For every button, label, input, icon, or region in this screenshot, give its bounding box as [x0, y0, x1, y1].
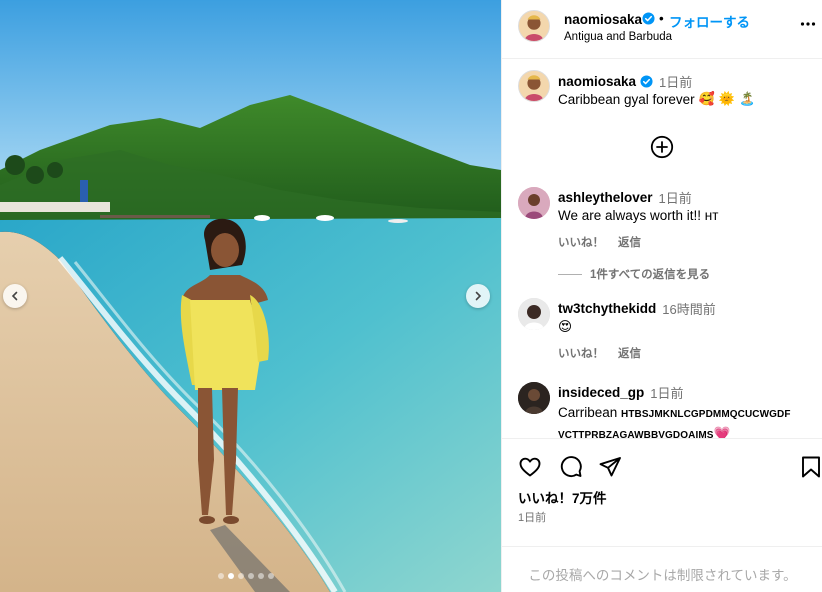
- follow-button[interactable]: フォローする: [669, 11, 750, 31]
- caption-emoji: 🏝️: [738, 91, 756, 106]
- more-options-button[interactable]: [800, 16, 816, 37]
- likes-count[interactable]: いいね！7万件: [518, 487, 607, 507]
- profile-picture-icon: [518, 382, 550, 414]
- caption-username[interactable]: naomiosaka: [558, 74, 636, 89]
- comment-time[interactable]: 1日前: [650, 383, 683, 402]
- comment-actions: いいね！ 返信: [558, 234, 641, 250]
- post-timestamp[interactable]: 1日前: [518, 509, 546, 525]
- carousel-next-button[interactable]: [466, 284, 490, 308]
- commenter-avatar[interactable]: [518, 187, 550, 219]
- comment-username[interactable]: insideced_gp: [558, 385, 644, 400]
- view-replies-label: 1件すべての返信を見る: [590, 269, 711, 281]
- caption-body: Caribbean gyal forever: [558, 91, 695, 107]
- load-more-comments-button[interactable]: [650, 135, 674, 164]
- caption-emoji: 🌞: [718, 91, 735, 106]
- profile-picture-icon: [519, 71, 549, 101]
- carousel-dot: [248, 573, 254, 579]
- carousel-dot: [258, 573, 264, 579]
- comment-like-button[interactable]: いいね！: [558, 345, 604, 361]
- comment-username[interactable]: tw3tchythekidd: [558, 301, 656, 316]
- verified-badge-icon: [640, 75, 653, 88]
- comment-text: Carribean HTBSJMKNLCGPDMMQCUCWGDF VCTTPR…: [558, 403, 808, 438]
- caption-avatar[interactable]: [518, 70, 550, 102]
- comment-header: ashleythelover 1日前: [558, 188, 692, 207]
- replies-divider: [558, 273, 582, 275]
- carousel-dot: [238, 573, 244, 579]
- save-button[interactable]: [800, 455, 822, 484]
- commenter-avatar[interactable]: [518, 298, 550, 330]
- view-replies-button[interactable]: 1件すべての返信を見る: [558, 266, 710, 282]
- comment-actions: いいね！ 返信: [558, 345, 641, 361]
- post-actions-bar: いいね！7万件 1日前: [502, 438, 822, 546]
- comment-reply-button[interactable]: 返信: [618, 234, 641, 250]
- profile-picture-icon: [519, 11, 549, 41]
- comment-header: insideced_gp 1日前: [558, 383, 684, 402]
- caption-emoji: 🥰: [698, 91, 715, 106]
- comment-time[interactable]: 16時間前: [662, 299, 715, 318]
- carousel-dot: [268, 573, 274, 579]
- chevron-right-icon: [475, 291, 482, 301]
- beach-scene-image: [0, 0, 501, 592]
- carousel-dot: [228, 573, 234, 579]
- more-dots-icon: [800, 22, 816, 26]
- comment-header: tw3tchythekidd 16時間前: [558, 299, 716, 318]
- comment-like-button[interactable]: いいね！: [558, 234, 604, 250]
- caption-header: naomiosaka 1日前: [558, 72, 692, 91]
- avatar[interactable]: [518, 10, 550, 42]
- chevron-left-icon: [11, 291, 18, 301]
- carousel-dot: [218, 573, 224, 579]
- comments-section[interactable]: naomiosaka 1日前 Caribbean gyal forever 🥰 …: [502, 60, 822, 438]
- caption-time[interactable]: 1日前: [659, 72, 692, 91]
- speech-bubble-icon: [560, 456, 582, 478]
- post-detail-panel: naomiosaka • フォローする Antigua and Barbuda: [501, 0, 822, 592]
- profile-picture-icon: [518, 298, 550, 330]
- like-button[interactable]: [518, 455, 542, 484]
- comments-restricted-notice: この投稿へのコメントは制限されています。: [502, 546, 822, 592]
- bookmark-icon: [802, 456, 820, 478]
- share-button[interactable]: [598, 455, 622, 484]
- carousel-indicator: [218, 573, 274, 579]
- commenter-avatar[interactable]: [518, 382, 550, 414]
- post-header: naomiosaka • フォローする Antigua and Barbuda: [502, 0, 822, 59]
- comment-text-prefix: Carribean: [558, 405, 622, 420]
- comment-text: We are always worth it!! ʜᴛ: [558, 208, 719, 223]
- header-username[interactable]: naomiosaka: [564, 12, 642, 27]
- post-photo[interactable]: [0, 0, 501, 592]
- location-link[interactable]: Antigua and Barbuda: [564, 31, 672, 43]
- comment-reply-button[interactable]: 返信: [618, 345, 641, 361]
- profile-picture-icon: [518, 187, 550, 219]
- caption-text: Caribbean gyal forever 🥰 🌞 🏝️: [558, 91, 755, 107]
- carousel-prev-button[interactable]: [3, 284, 27, 308]
- comment-time[interactable]: 1日前: [659, 188, 692, 207]
- comment-username[interactable]: ashleythelover: [558, 190, 653, 205]
- verified-badge-icon: [642, 12, 655, 30]
- header-separator: •: [659, 11, 664, 26]
- comment-button[interactable]: [559, 455, 583, 484]
- paper-plane-icon: [599, 457, 621, 477]
- plus-circle-icon: [650, 135, 674, 159]
- heart-icon: [519, 457, 541, 477]
- comment-emoji: 💗: [713, 426, 731, 438]
- comment-text: 😍: [558, 319, 573, 334]
